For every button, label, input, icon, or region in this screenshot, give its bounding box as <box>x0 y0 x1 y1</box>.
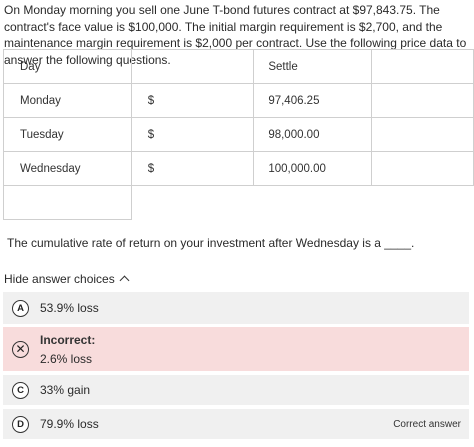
table-header-row: Day Settle <box>3 49 474 84</box>
row-empty <box>370 83 474 118</box>
choice-letter-badge: D <box>12 415 29 433</box>
header-settle: Settle <box>253 49 372 84</box>
header-currency <box>130 49 255 84</box>
incorrect-x-icon: ✕ <box>12 340 29 358</box>
hide-answer-choices-toggle[interactable]: Hide answer choices <box>4 272 130 286</box>
row-currency: $ <box>130 151 255 186</box>
price-table: Day Settle Monday $ 97,406.25 Tuesday $ … <box>3 49 474 220</box>
row-settle: 97,406.25 <box>253 83 372 118</box>
table-row: Wednesday $ 100,000.00 <box>3 151 474 186</box>
toggle-label: Hide answer choices <box>4 272 115 286</box>
choice-text: 33% gain <box>40 383 91 397</box>
answer-choice-a[interactable]: A 53.9% loss <box>3 292 469 324</box>
answer-choice-b[interactable]: ✕ Incorrect: 2.6% loss <box>3 327 469 371</box>
table-row: Tuesday $ 98,000.00 <box>3 117 474 152</box>
choice-text-wrap: Incorrect: 2.6% loss <box>40 333 469 366</box>
row-empty <box>370 117 474 152</box>
table-row: Monday $ 97,406.25 <box>3 83 474 118</box>
empty-cell <box>3 185 132 220</box>
correct-answer-tag: Correct answer <box>393 418 461 430</box>
row-day: Monday <box>3 83 132 118</box>
header-empty <box>370 49 474 84</box>
choice-letter-badge: A <box>12 299 29 317</box>
incorrect-label: Incorrect: <box>40 332 96 347</box>
choice-text: 79.9% loss <box>40 417 99 431</box>
row-empty <box>370 151 474 186</box>
row-settle: 100,000.00 <box>253 151 372 186</box>
answer-choice-d[interactable]: D 79.9% loss Correct answer <box>3 409 469 439</box>
choice-text: 53.9% loss <box>40 301 99 315</box>
row-currency: $ <box>130 117 255 152</box>
answer-choice-c[interactable]: C 33% gain <box>3 375 469 405</box>
choice-letter-badge: C <box>12 381 29 399</box>
chevron-up-icon <box>119 275 130 286</box>
choice-text: 2.6% loss <box>40 351 93 366</box>
row-day: Tuesday <box>3 117 132 152</box>
header-day: Day <box>3 49 132 84</box>
row-day: Wednesday <box>3 151 132 186</box>
row-settle: 98,000.00 <box>253 117 372 152</box>
row-currency: $ <box>130 83 255 118</box>
table-empty-row <box>3 185 474 220</box>
fill-in-prompt: The cumulative rate of return on your in… <box>7 236 415 250</box>
